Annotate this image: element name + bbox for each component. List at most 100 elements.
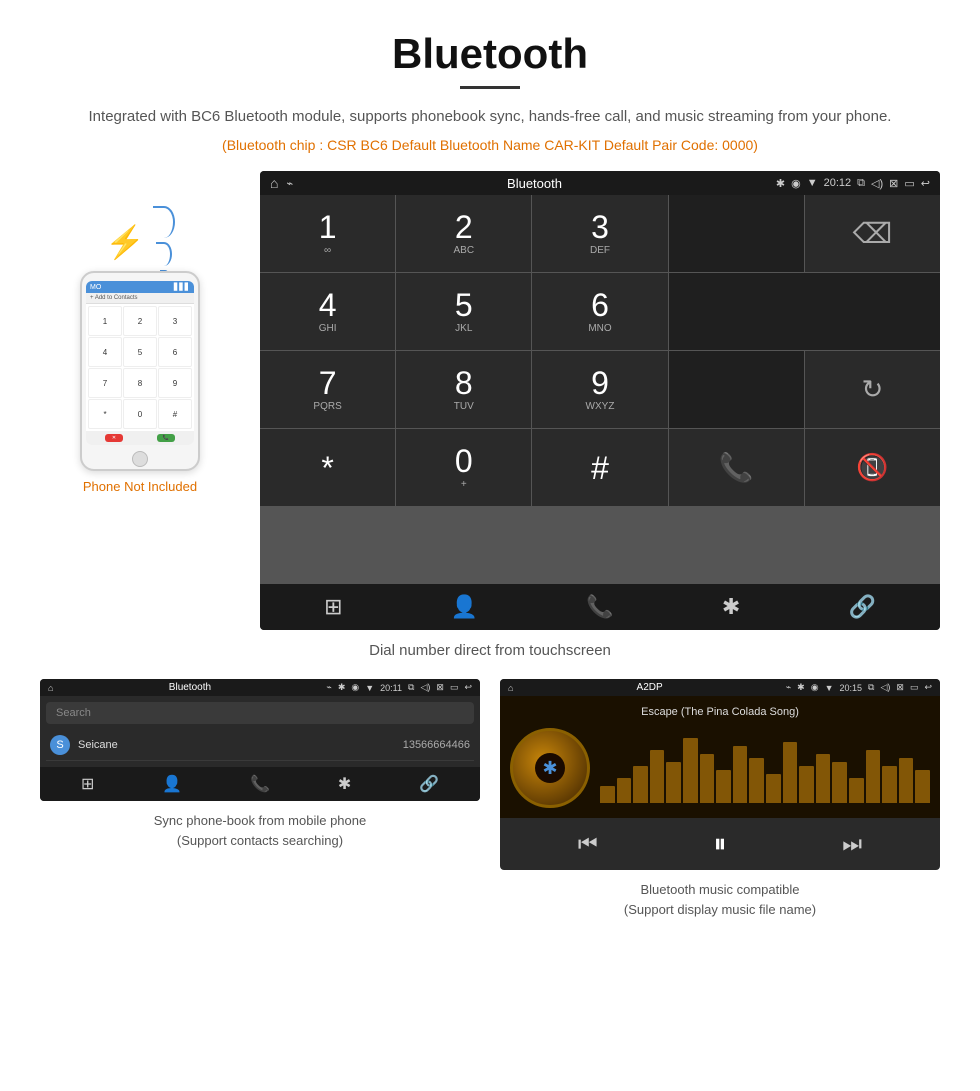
music-bt: ✱ (797, 682, 805, 693)
phone-key-9[interactable]: 9 (158, 368, 192, 398)
pb-bottom-phone[interactable]: 📞 (250, 774, 270, 794)
phone-key-7[interactable]: 7 (88, 368, 122, 398)
music-win[interactable]: ▭ (910, 682, 919, 693)
car-back-icon[interactable]: ↩ (921, 177, 930, 190)
music-caption: Bluetooth music compatible(Support displ… (624, 880, 816, 919)
dialpad-grid: 1∞ 2ABC 3DEF ⌫ 4GHI 5JKL 6MNO (260, 195, 940, 584)
phonebook-win[interactable]: ▭ (450, 682, 459, 693)
music-main: ✱ (510, 728, 930, 808)
dial-key-5[interactable]: 5JKL (396, 273, 531, 350)
phone-not-included-label: Phone Not Included (83, 479, 197, 494)
car-bottom-phone-icon[interactable]: 📞 (586, 594, 613, 620)
dial-key-hangup[interactable]: 📵 (805, 429, 940, 506)
dial-key-9[interactable]: 9WXYZ (532, 351, 667, 428)
phonebook-close[interactable]: ⊠ (436, 682, 444, 693)
dial-key-hash[interactable]: # (532, 429, 667, 506)
car-volume-icon[interactable]: ◁) (871, 177, 883, 190)
music-item: ⌂ A2DP ⌁ ✱ ◉ ▼ 20:15 ⧉ ◁) ⊠ ▭ ↩ Escape (… (500, 679, 940, 919)
car-location-icon: ◉ (791, 177, 801, 190)
phonebook-search-bar[interactable]: Search (46, 702, 474, 724)
phone-key-1[interactable]: 1 (88, 306, 122, 336)
car-bottom-grid-icon[interactable]: ⊞ (324, 594, 342, 620)
car-time: 20:12 (824, 177, 852, 189)
phonebook-usb: ⌁ (326, 682, 331, 693)
phone-signal: ▋▋▋ (174, 283, 190, 291)
phone-end-call-btn[interactable]: ✕ (105, 434, 123, 442)
pb-bottom-bt[interactable]: ✱ (338, 774, 351, 794)
music-play-pause-icon[interactable]: ⏸ (713, 828, 726, 860)
dial-key-1[interactable]: 1∞ (260, 195, 395, 272)
music-home-icon[interactable]: ⌂ (508, 683, 513, 693)
bluetooth-icon: ⚡ (105, 223, 145, 261)
car-usb-icon: ⌁ (286, 177, 293, 190)
dial-key-4[interactable]: 4GHI (260, 273, 395, 350)
music-signal: ▼ (825, 683, 834, 693)
phone-key-star[interactable]: * (88, 399, 122, 429)
phone-key-5[interactable]: 5 (123, 337, 157, 367)
music-song-title: Escape (The Pina Colada Song) (641, 706, 799, 718)
phone-home-button[interactable] (132, 451, 148, 467)
phone-screen: MO ▋▋▋ + Add to Contacts 1 2 3 4 5 6 7 8… (86, 281, 194, 445)
music-controls: ⏮ ⏸ ⏭ (500, 818, 940, 870)
phonebook-home-icon[interactable]: ⌂ (48, 683, 53, 693)
phonebook-back[interactable]: ↩ (464, 682, 472, 693)
music-back[interactable]: ↩ (924, 682, 932, 693)
music-content: Escape (The Pina Colada Song) ✱ (500, 696, 940, 818)
phone-contact-bar: + Add to Contacts (86, 293, 194, 304)
chip-info-text: (Bluetooth chip : CSR BC6 Default Blueto… (0, 137, 980, 153)
phone-key-2[interactable]: 2 (123, 306, 157, 336)
dial-key-8[interactable]: 8TUV (396, 351, 531, 428)
phone-screen-header: MO ▋▋▋ (86, 281, 194, 293)
car-signal-icon: ▼ (807, 177, 818, 189)
music-next-icon[interactable]: ⏭ (842, 831, 862, 857)
dial-key-3[interactable]: 3DEF (532, 195, 667, 272)
phone-key-6[interactable]: 6 (158, 337, 192, 367)
dial-key-0[interactable]: 0+ (396, 429, 531, 506)
album-art-inner: ✱ (535, 753, 565, 783)
album-art: ✱ (510, 728, 590, 808)
music-close[interactable]: ⊠ (896, 682, 904, 693)
dial-key-2[interactable]: 2ABC (396, 195, 531, 272)
contact-row[interactable]: S Seicane 13566664466 (46, 730, 474, 761)
dial-key-star[interactable]: * (260, 429, 395, 506)
phone-key-0[interactable]: 0 (123, 399, 157, 429)
phone-call-btn[interactable]: 📞 (157, 434, 175, 442)
car-status-icons: ✱ ◉ ▼ 20:12 ⧉ ◁) ⊠ ▭ ↩ (776, 177, 930, 190)
phone-key-8[interactable]: 8 (123, 368, 157, 398)
pb-bottom-grid[interactable]: ⊞ (81, 774, 94, 794)
dial-key-reload[interactable]: ↻ (805, 351, 940, 428)
dial-key-call[interactable]: 📞 (669, 429, 804, 506)
car-camera-icon[interactable]: ⧉ (857, 177, 865, 190)
contact-phone: 13566664466 (403, 739, 470, 751)
music-vol[interactable]: ◁) (880, 682, 890, 693)
pb-bottom-user[interactable]: 👤 (162, 774, 182, 794)
car-bottom-contacts-icon[interactable]: 👤 (451, 594, 478, 620)
dial-screen-caption: Dial number direct from touchscreen (0, 642, 980, 659)
title-divider (460, 86, 520, 89)
music-cam[interactable]: ⧉ (868, 682, 874, 693)
phonebook-cam[interactable]: ⧉ (408, 682, 414, 693)
dial-key-backspace[interactable]: ⌫ (805, 195, 940, 272)
car-home-icon[interactable]: ⌂ (270, 175, 278, 191)
phone-key-4[interactable]: 4 (88, 337, 122, 367)
phonebook-item: ⌂ Bluetooth ⌁ ✱ ◉ ▼ 20:11 ⧉ ◁) ⊠ ▭ ↩ Sea… (40, 679, 480, 919)
contact-name: Seicane (78, 739, 403, 751)
dial-key-7[interactable]: 7PQRS (260, 351, 395, 428)
bluetooth-signal-graphic: ⚡ (105, 201, 175, 261)
car-bottom-link-icon[interactable]: 🔗 (848, 594, 875, 620)
phone-carrier: MO (90, 284, 101, 291)
car-bottom-bt-icon[interactable]: ✱ (722, 594, 740, 620)
pb-bottom-link[interactable]: 🔗 (419, 774, 439, 794)
music-prev-icon[interactable]: ⏮ (578, 831, 598, 857)
car-close-icon[interactable]: ⊠ (889, 177, 898, 190)
music-loc: ◉ (811, 682, 819, 693)
phone-key-3[interactable]: 3 (158, 306, 192, 336)
phone-key-hash[interactable]: # (158, 399, 192, 429)
main-screen-section: ⚡ MO ▋▋▋ + Add to Contacts 1 2 3 (0, 171, 980, 630)
phonebook-vol[interactable]: ◁) (420, 682, 430, 693)
car-window-icon[interactable]: ▭ (904, 177, 914, 190)
dial-key-6[interactable]: 6MNO (532, 273, 667, 350)
car-dial-screen: ⌂ ⌁ Bluetooth ✱ ◉ ▼ 20:12 ⧉ ◁) ⊠ ▭ ↩ 1∞ … (260, 171, 940, 630)
phonebook-bottom-bar: ⊞ 👤 📞 ✱ 🔗 (40, 767, 480, 801)
dial-key-empty-r3c4 (669, 351, 804, 428)
